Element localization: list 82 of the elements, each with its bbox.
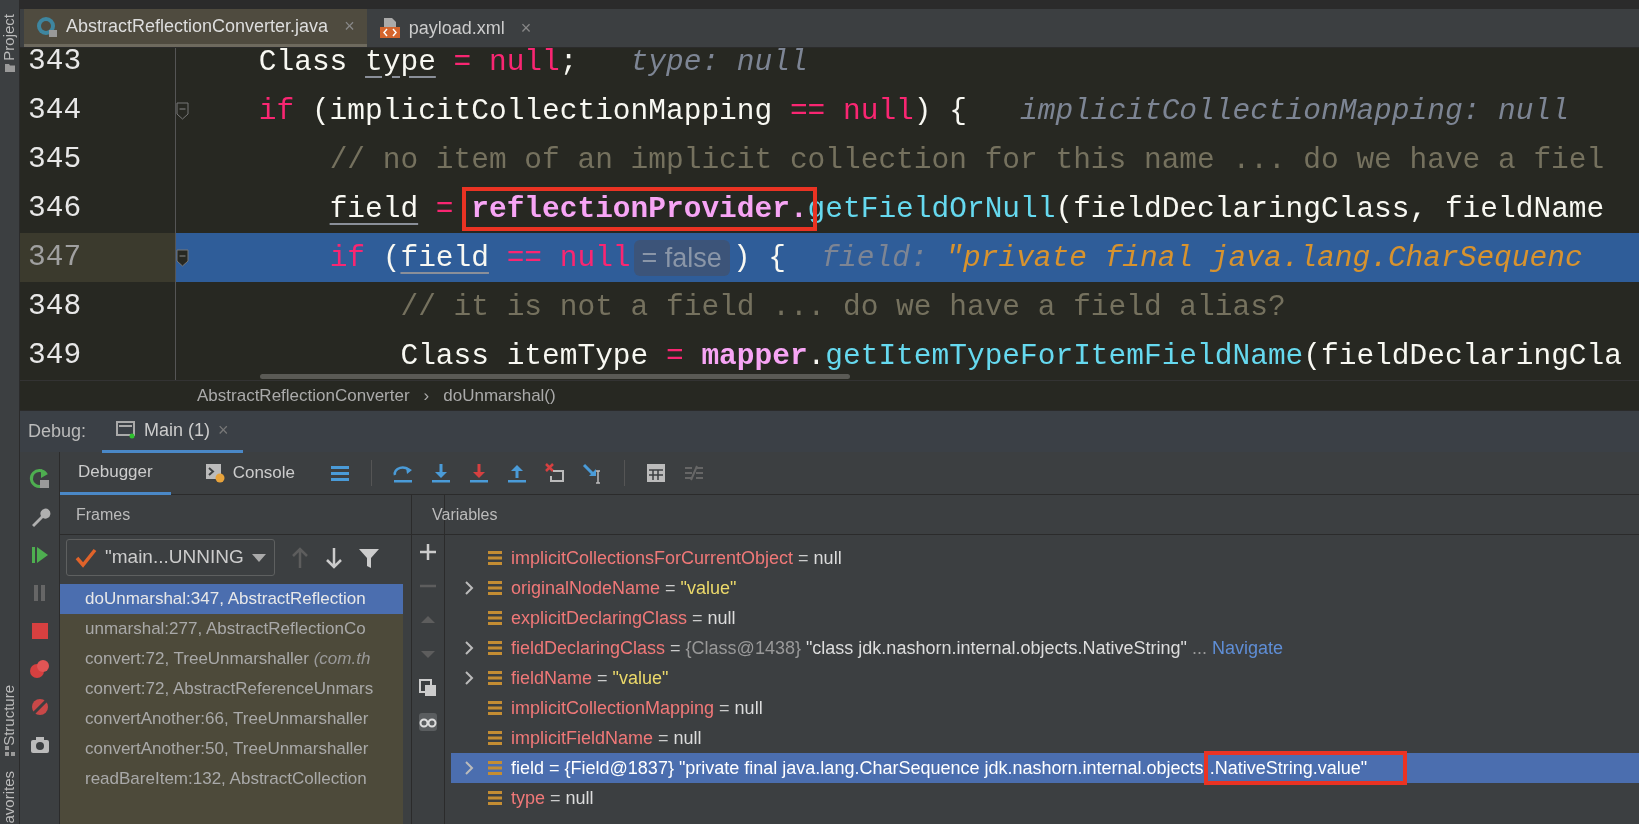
field-icon: [487, 730, 503, 746]
debug-tab[interactable]: Debugger: [60, 451, 171, 495]
breadcrumb-item[interactable]: doUnmarshal(): [443, 382, 556, 409]
down-arrow-icon[interactable]: [324, 546, 343, 569]
fold-icon[interactable]: [175, 101, 189, 120]
variable-row[interactable]: fieldDeclaringClass = {Class@1438} "class jdk.nashorn.internal.objects.NativeString" ... Navigate: [451, 633, 1639, 663]
code-line: // it is not a field ... do we have a field alias?: [399, 288, 1286, 326]
breakpoints-icon[interactable]: [28, 658, 51, 680]
field-icon: [487, 580, 503, 596]
breadcrumb-separator: ›: [423, 384, 430, 407]
field-icon: [487, 610, 503, 626]
variable-text: originalNodeName = "value": [511, 576, 737, 600]
line-number: 344: [27, 92, 83, 129]
debug-tab[interactable]: Console: [186, 451, 314, 495]
panel-title: Debug:: [28, 420, 87, 443]
drop-frame-icon[interactable]: [544, 462, 567, 484]
variable-text: implicitFieldName = null: [511, 726, 702, 750]
tab-label: AbstractReflectionConverter.java: [66, 15, 329, 38]
step-into-icon[interactable]: [430, 462, 453, 484]
force-step-into-icon[interactable]: [468, 462, 491, 484]
variable-row[interactable]: implicitCollectionMapping = null: [451, 693, 1639, 723]
file-tab[interactable]: AbstractReflectionConverter.java ×: [24, 9, 367, 47]
line-number: 343: [27, 48, 83, 80]
tool-window-tab[interactable]: Project: [0, 14, 21, 61]
variable-text: field = {Field@1837} "private final java.lang.CharSequence jdk.nashorn.internal.objects .NativeString.value": [511, 754, 1368, 782]
tool-window-tab[interactable]: avorites: [0, 771, 21, 824]
variable-row[interactable]: fieldName = "value": [451, 663, 1639, 693]
field-icon: [487, 790, 503, 806]
variable-row[interactable]: field = {Field@1837} "private final java.lang.CharSequence jdk.nashorn.internal.objects .NativeString.value": [451, 753, 1639, 783]
caret-icon: [251, 553, 266, 562]
session-tab[interactable]: Main (1) ×: [102, 410, 243, 453]
variable-row[interactable]: type = null: [451, 783, 1639, 813]
structure-icon: [3, 745, 16, 758]
code-line: Class type = null; type: null: [257, 48, 808, 81]
field-icon: [487, 550, 503, 566]
line-number: 347: [20, 233, 175, 282]
breadcrumb-item[interactable]: AbstractReflectionConverter: [197, 382, 410, 409]
code-line: Class itemType = mapper.getItemTypeForItemFieldName(fieldDeclaringCla: [399, 337, 1622, 375]
scrollbar[interactable]: [260, 374, 850, 379]
console-window-icon: [116, 421, 137, 439]
variable-row[interactable]: originalNodeName = "value": [451, 573, 1639, 603]
tab-label: payload.xml: [408, 16, 505, 40]
variable-row[interactable]: explicitDeclaringClass = null: [451, 603, 1639, 633]
pane-title: Variables: [432, 504, 498, 525]
code-line: // no item of an implicit collection for this name ... do we have a fiel: [328, 141, 1605, 179]
calculator-icon[interactable]: [645, 462, 668, 484]
code-line: if (implicitCollectionMapping == null) { implicitCollectionMapping: null: [257, 92, 1569, 130]
glasses-icon[interactable]: [419, 713, 437, 731]
variable-text: explicitDeclaringClass = null: [511, 606, 736, 630]
code-line: if (field == null = false ) { field: "private final java.lang.CharSequenc: [328, 238, 1583, 278]
stack-frame[interactable]: doUnmarshal:347, AbstractReflection: [60, 584, 403, 614]
variable-text: type = null: [511, 786, 594, 810]
line-number: 349: [27, 337, 83, 374]
tab-label: Main (1): [144, 418, 211, 442]
rerun-icon[interactable]: [28, 468, 51, 490]
tool-window-tab[interactable]: Structure: [0, 684, 21, 746]
fold-icon[interactable]: [175, 248, 189, 267]
field-icon: [487, 700, 503, 716]
console-icon: [204, 463, 225, 483]
field-icon: [487, 670, 503, 686]
variable-row[interactable]: implicitFieldName = null: [451, 723, 1639, 753]
filter-icon[interactable]: [358, 547, 379, 568]
variable-text: implicitCollectionsForCurrentObject = null: [511, 546, 842, 570]
file-tab[interactable]: payload.xml ×: [366, 9, 544, 47]
field-icon: [487, 760, 503, 776]
check-icon: [75, 547, 97, 568]
variable-text: fieldDeclaringClass = {Class@1438} "class jdk.nashorn.internal.objects.NativeString" ... Navigate: [511, 636, 1283, 660]
camera-icon[interactable]: [28, 734, 51, 756]
line-number: 348: [27, 288, 83, 325]
variable-text: implicitCollectionMapping = null: [511, 696, 763, 720]
pane-title: Frames: [76, 504, 131, 525]
xml-file-icon: [378, 17, 401, 39]
class-file-icon: [36, 15, 58, 38]
line-number: 346: [27, 190, 83, 227]
field-icon: [487, 640, 503, 656]
line-number: 345: [27, 141, 83, 178]
thread-dropdown[interactable]: "main...UNNING: [66, 539, 275, 576]
variable-text: fieldName = "value": [511, 666, 669, 690]
variable-row[interactable]: implicitCollectionsForCurrentObject = null: [451, 543, 1639, 573]
step-out-icon[interactable]: [506, 462, 529, 484]
add-icon[interactable]: [419, 543, 437, 561]
copy-icon[interactable]: [419, 679, 437, 697]
